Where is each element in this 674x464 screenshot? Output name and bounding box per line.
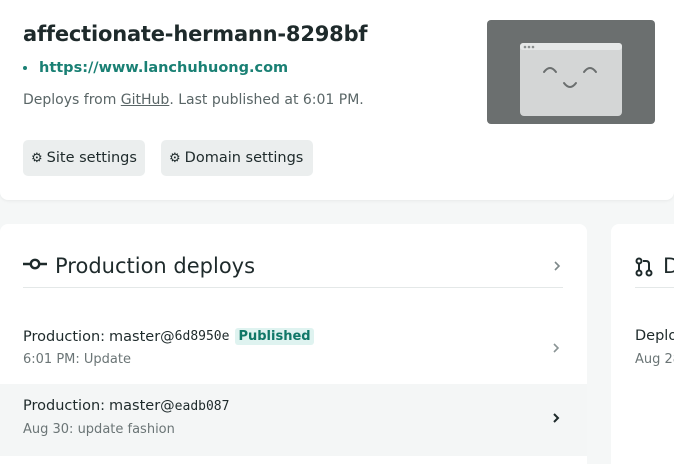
- browser-smiley-icon: [520, 43, 622, 116]
- git-branch-icon: [635, 257, 653, 277]
- production-deploys-title: Production deploys: [55, 254, 256, 278]
- branch-deploys-title: D: [663, 254, 674, 278]
- deploy-branch: master@: [109, 398, 175, 414]
- site-overview-card: affectionate-hermann-8298bf https://www.…: [0, 0, 674, 200]
- status-badge: Published: [235, 328, 314, 345]
- deploy-info-suffix: . Last published at 6:01 PM.: [169, 92, 364, 108]
- chevron-right-icon: [553, 343, 560, 353]
- deploy-commit-hash: eadb087: [174, 398, 230, 414]
- deploy-row[interactable]: Production: master@ 6d8950e Published 6:…: [0, 314, 587, 386]
- site-settings-label: Site settings: [46, 150, 137, 166]
- gear-icon: ⚙: [31, 150, 43, 166]
- commit-icon: [23, 258, 47, 270]
- branch-deploys-header[interactable]: D: [635, 252, 674, 288]
- deploy-info: Deploys from GitHub. Last published at 6…: [23, 92, 364, 108]
- site-name: affectionate-hermann-8298bf: [23, 22, 368, 46]
- domain-settings-label: Domain settings: [184, 150, 304, 166]
- chevron-right-icon: [553, 413, 560, 423]
- deploy-summary: Production: master@ eadb087: [23, 398, 229, 414]
- site-url-row: https://www.lanchuhuong.com: [23, 60, 288, 76]
- deploy-context-label: Production:: [23, 398, 106, 414]
- branch-deploy-detail: Aug 28: [635, 352, 674, 367]
- gear-icon: ⚙: [169, 150, 181, 166]
- site-settings-button[interactable]: ⚙ Site settings: [23, 140, 145, 176]
- deploy-branch: master@: [109, 328, 175, 345]
- deploy-detail: Aug 30: update fashion: [23, 422, 175, 437]
- site-preview-thumbnail[interactable]: [487, 20, 655, 124]
- deploy-detail: 6:01 PM: Update: [23, 352, 131, 367]
- branch-deploy-summary: Deplo: [635, 328, 674, 344]
- production-deploys-header[interactable]: Production deploys: [23, 252, 563, 288]
- deploy-summary: Production: master@ 6d8950e Published: [23, 328, 314, 345]
- domain-settings-button[interactable]: ⚙ Domain settings: [161, 140, 313, 176]
- github-link[interactable]: GitHub: [121, 92, 170, 108]
- deploy-row[interactable]: Production: master@ eadb087 Aug 30: upda…: [0, 384, 587, 456]
- branch-deploys-panel: D Deplo Aug 28: [611, 224, 674, 464]
- status-dot-icon: [23, 66, 27, 70]
- chevron-right-icon: [554, 261, 561, 271]
- deploy-commit-hash: 6d8950e: [174, 329, 230, 344]
- site-url-link[interactable]: https://www.lanchuhuong.com: [39, 60, 288, 76]
- deploy-info-prefix: Deploys from: [23, 92, 121, 108]
- production-deploys-panel: Production deploys Production: master@ 6…: [0, 224, 587, 464]
- deploy-context-label: Production:: [23, 328, 106, 345]
